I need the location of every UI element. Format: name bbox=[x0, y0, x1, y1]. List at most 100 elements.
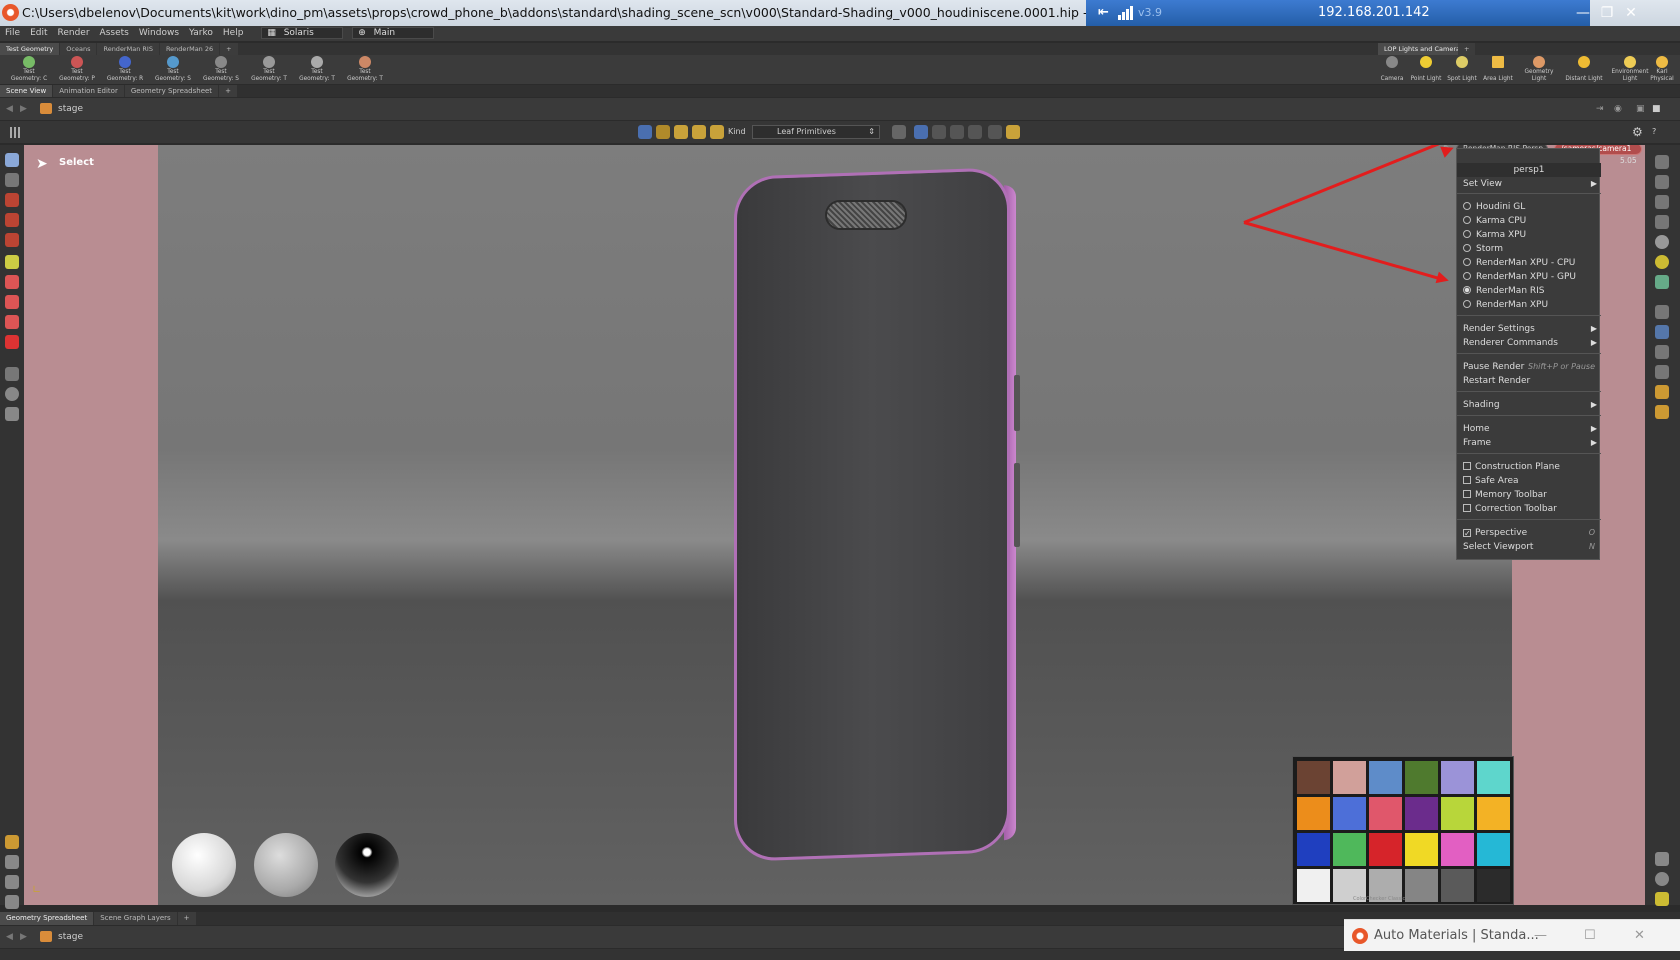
menu-item-renderman-xpu[interactable]: RenderMan XPU bbox=[1457, 298, 1601, 312]
maximize-icon[interactable]: ☐ bbox=[1584, 920, 1596, 952]
add-shelf-tab-icon[interactable]: + bbox=[220, 43, 238, 55]
menu-item-select-viewport[interactable]: Select Viewport N bbox=[1457, 540, 1601, 554]
shelf-tab-renderman-ris[interactable]: RenderMan RIS bbox=[97, 43, 159, 55]
maximize-pane-icon[interactable]: ■ bbox=[1652, 98, 1661, 120]
select-hidden-icon[interactable] bbox=[1006, 125, 1020, 139]
menu-item-renderman-xpu-cpu[interactable]: RenderMan XPU - CPU bbox=[1457, 256, 1601, 270]
tool-test-geometry-r[interactable]: Test Geometry: R bbox=[102, 56, 148, 83]
menu-item-shading[interactable]: Shading ▶ bbox=[1457, 398, 1601, 412]
tool-karl-physical[interactable]: Karl Physical bbox=[1644, 56, 1680, 83]
secure-select-icon[interactable] bbox=[988, 125, 1002, 139]
points-icon[interactable] bbox=[1655, 385, 1669, 399]
menu-item-safe-area[interactable]: Safe Area bbox=[1457, 474, 1601, 488]
bottom-path-stage[interactable]: stage bbox=[58, 926, 83, 948]
menu-item-renderman-ris[interactable]: RenderMan RIS bbox=[1457, 284, 1601, 298]
menu-yarko[interactable]: Yarko bbox=[184, 26, 218, 41]
shelf-tab-renderman-26[interactable]: RenderMan 26 bbox=[159, 43, 220, 55]
shading-icon[interactable] bbox=[1655, 235, 1669, 249]
select-tool-icon[interactable] bbox=[5, 153, 19, 167]
normals-icon[interactable] bbox=[1655, 365, 1669, 379]
select-points-icon[interactable] bbox=[674, 125, 688, 139]
flipbook-icon[interactable] bbox=[5, 407, 19, 421]
guides-icon[interactable] bbox=[1655, 405, 1669, 419]
tool-test-geometry-t3[interactable]: Test Geometry: T bbox=[342, 56, 388, 83]
add-pane-tab-icon[interactable]: + bbox=[219, 85, 237, 97]
display-options-icon[interactable] bbox=[1655, 155, 1669, 169]
menu-file[interactable]: File bbox=[0, 26, 25, 41]
display-icon[interactable] bbox=[5, 855, 19, 869]
auto-materials-window-bar[interactable]: Auto Materials | Standa... — ☐ ✕ bbox=[1344, 919, 1680, 951]
magnet-icon[interactable] bbox=[5, 335, 19, 349]
scene-viewport[interactable]: ➤ Select ColorChecker Classic ✎ R bbox=[24, 145, 1645, 905]
select-mode-icon[interactable] bbox=[638, 125, 652, 139]
tool-test-geometry-s2[interactable]: Test Geometry: S bbox=[198, 56, 244, 83]
light-tool-icon[interactable] bbox=[5, 387, 19, 401]
tab-geometry-spreadsheet-bottom[interactable]: Geometry Spreadsheet bbox=[0, 912, 94, 925]
menu-item-correction-toolbar[interactable]: Correction Toolbar bbox=[1457, 502, 1601, 516]
menu-item-construction-plane[interactable]: Construction Plane bbox=[1457, 460, 1601, 474]
scale-tool-icon[interactable] bbox=[5, 233, 19, 247]
menu-item-renderer-commands[interactable]: Renderer Commands ▶ bbox=[1457, 336, 1601, 350]
tool-test-geometry-p[interactable]: Test Geometry: P bbox=[54, 56, 100, 83]
menu-item-pause-render[interactable]: Pause Render Shift+P or Pause bbox=[1457, 360, 1601, 374]
forward-icon[interactable]: ▶ bbox=[20, 98, 27, 120]
menu-help[interactable]: Help bbox=[218, 26, 249, 41]
menu-item-renderman-xpu-gpu[interactable]: RenderMan XPU - GPU bbox=[1457, 270, 1601, 284]
visibility-icon[interactable] bbox=[1655, 305, 1669, 319]
brush-select-icon[interactable] bbox=[950, 125, 964, 139]
menu-render[interactable]: Render bbox=[53, 26, 95, 41]
tool-test-geometry-c[interactable]: Test Geometry: C bbox=[6, 56, 52, 83]
minimize-icon[interactable]: — bbox=[1534, 920, 1547, 952]
add-light-tab-icon[interactable]: + bbox=[1458, 43, 1476, 55]
laser-select-icon[interactable] bbox=[968, 125, 982, 139]
pose-tool-icon[interactable] bbox=[5, 255, 19, 269]
tab-animation-editor[interactable]: Animation Editor bbox=[53, 85, 124, 97]
box-select-icon[interactable] bbox=[914, 125, 928, 139]
menu-item-restart-render[interactable]: Restart Render bbox=[1457, 374, 1601, 388]
shelf-tab-lop-lights[interactable]: LOP Lights and Cameras bbox=[1378, 43, 1470, 55]
select-edges-icon[interactable] bbox=[692, 125, 706, 139]
forward-icon[interactable]: ▶ bbox=[20, 926, 27, 948]
tool-test-geometry-s[interactable]: Test Geometry: S bbox=[150, 56, 196, 83]
headlight-icon[interactable] bbox=[1655, 255, 1669, 269]
pick-icon[interactable] bbox=[892, 125, 906, 139]
kind-dropdown[interactable]: Leaf Primitives ⇕ bbox=[752, 125, 880, 139]
layout-icon[interactable] bbox=[1655, 892, 1669, 906]
minimize-icon[interactable]: — bbox=[1570, 0, 1596, 26]
menu-item-render-settings[interactable]: Render Settings ▶ bbox=[1457, 322, 1601, 336]
gear-icon[interactable]: ⚙ bbox=[1632, 121, 1643, 143]
info-icon[interactable] bbox=[1655, 872, 1669, 886]
wireframe-icon[interactable] bbox=[1655, 345, 1669, 359]
bbox-icon[interactable] bbox=[1655, 325, 1669, 339]
close-icon[interactable]: ✕ bbox=[1618, 0, 1644, 26]
menu-item-memory-toolbar[interactable]: Memory Toolbar bbox=[1457, 488, 1601, 502]
menu-item-set-view[interactable]: Set View ▶ bbox=[1457, 177, 1601, 191]
shelf-tab-oceans[interactable]: Oceans bbox=[60, 43, 97, 55]
tab-geometry-spreadsheet[interactable]: Geometry Spreadsheet bbox=[124, 85, 219, 97]
back-icon[interactable]: ◀ bbox=[6, 98, 13, 120]
path-stage[interactable]: stage bbox=[58, 98, 83, 120]
menu-item-home[interactable]: Home ▶ bbox=[1457, 422, 1601, 436]
pin-icon[interactable]: ⇤ bbox=[1098, 0, 1109, 26]
phone-model[interactable] bbox=[734, 167, 1010, 862]
tool-geometry-light[interactable]: Geometry Light bbox=[1515, 56, 1563, 83]
menu-item-karma-cpu[interactable]: Karma CPU bbox=[1457, 214, 1601, 228]
close-icon[interactable]: ✕ bbox=[1634, 920, 1645, 952]
desktop-dropdown[interactable]: ▦ Solaris bbox=[261, 27, 344, 39]
pane-menu-icon[interactable]: ▣ bbox=[1636, 98, 1645, 120]
toggle-icon[interactable] bbox=[1655, 175, 1669, 189]
menu-edit[interactable]: Edit bbox=[25, 26, 52, 41]
menu-assets[interactable]: Assets bbox=[95, 26, 134, 41]
lock-camera-icon[interactable] bbox=[1655, 195, 1669, 209]
menu-item-houdini-gl[interactable]: Houdini GL bbox=[1457, 200, 1601, 214]
restore-icon[interactable]: ❐ bbox=[1594, 0, 1620, 26]
snap-icon[interactable] bbox=[5, 315, 19, 329]
stage-view-icon[interactable] bbox=[5, 875, 19, 889]
camera-tool-icon[interactable] bbox=[5, 367, 19, 381]
grid-icon[interactable] bbox=[10, 127, 21, 138]
tool-test-geometry-t2[interactable]: Test Geometry: T bbox=[294, 56, 340, 83]
snapshot-icon[interactable] bbox=[1655, 852, 1669, 866]
view-tool-icon[interactable] bbox=[5, 295, 19, 309]
rotate-tool-icon[interactable] bbox=[5, 213, 19, 227]
handle-tool-icon[interactable] bbox=[5, 275, 19, 289]
